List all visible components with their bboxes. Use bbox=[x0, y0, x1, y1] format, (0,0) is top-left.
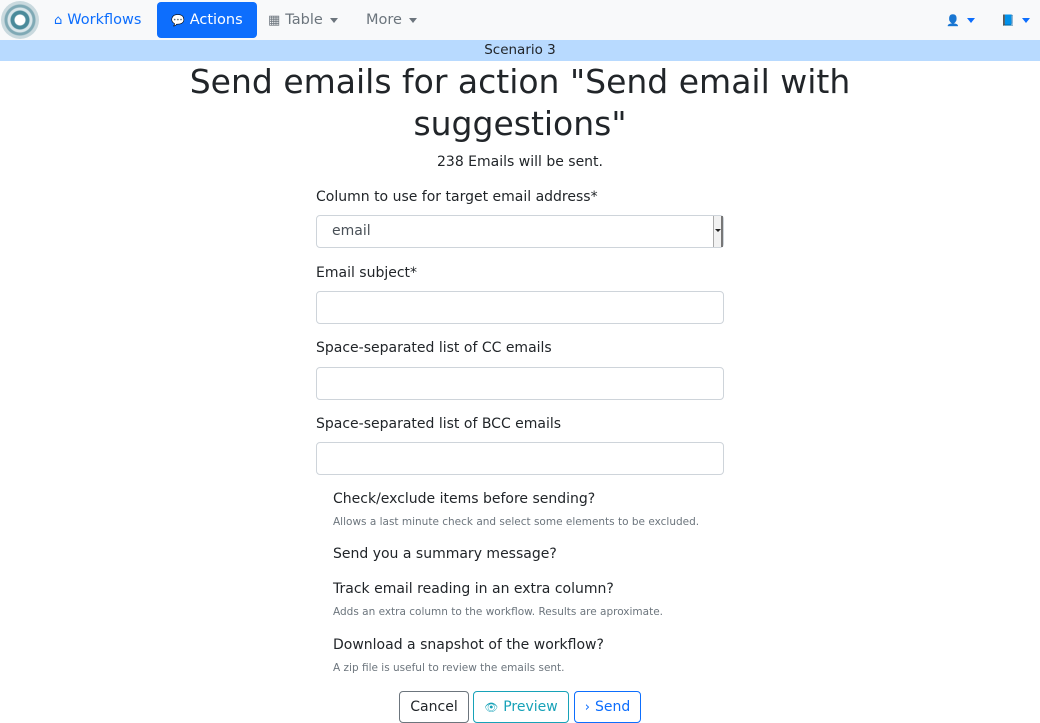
navbar: ⌂ Workflows 💬 Actions ▦ Table More 👤 📘 bbox=[0, 0, 1040, 40]
chevron-down-icon bbox=[715, 229, 721, 232]
track-reading-option[interactable]: Track email reading in an extra column? bbox=[333, 580, 614, 598]
track-reading-help: Adds an extra column to the workflow. Re… bbox=[333, 606, 664, 618]
check-exclude-option[interactable]: Check/exclude items before sending? bbox=[333, 490, 595, 508]
send-summary-option[interactable]: Send you a summary message? bbox=[333, 545, 557, 563]
page-title: Send emails for action "Send email with … bbox=[189, 62, 851, 143]
workflow-name-bar: Scenario 3 bbox=[0, 40, 1040, 61]
nav-workflows[interactable]: ⌂ Workflows bbox=[54, 2, 141, 38]
chevron-right-icon: › bbox=[584, 700, 590, 715]
nav-actions[interactable]: 💬 Actions bbox=[157, 2, 257, 38]
bcc-label: Space-separated list of BCC emails bbox=[316, 416, 562, 432]
subject-label: Email subject* bbox=[316, 265, 418, 281]
chevron-down-icon bbox=[329, 17, 338, 23]
help-menu-dropdown[interactable]: 📘 bbox=[1001, 2, 1030, 38]
target-column-value: email bbox=[332, 223, 371, 239]
chevron-down-icon bbox=[1021, 17, 1030, 23]
select-arrow[interactable] bbox=[713, 216, 723, 247]
nav-actions-label: Actions bbox=[189, 12, 243, 28]
email-count: 238 Emails will be sent. bbox=[437, 154, 603, 170]
user-menu-dropdown[interactable]: 👤 bbox=[946, 2, 975, 38]
eye-icon: 👁 bbox=[484, 701, 499, 714]
table-icon: ▦ bbox=[268, 13, 281, 28]
target-column-label: Column to use for target email address* bbox=[316, 189, 598, 205]
target-column-select[interactable]: email bbox=[316, 215, 724, 248]
subject-input[interactable] bbox=[316, 291, 724, 324]
book-icon: 📘 bbox=[1001, 14, 1015, 27]
cc-label: Space-separated list of CC emails bbox=[316, 340, 552, 356]
cancel-button[interactable]: Cancel bbox=[399, 691, 469, 723]
nav-table-dropdown[interactable]: ▦ Table bbox=[268, 2, 338, 38]
chevron-down-icon bbox=[408, 17, 417, 23]
chevron-down-icon bbox=[966, 17, 975, 23]
home-icon: ⌂ bbox=[54, 13, 63, 28]
download-snapshot-help: A zip file is useful to review the email… bbox=[333, 662, 565, 674]
send-button[interactable]: › Send bbox=[574, 691, 641, 723]
bcc-input[interactable] bbox=[316, 442, 724, 475]
download-snapshot-option[interactable]: Download a snapshot of the workflow? bbox=[333, 636, 604, 654]
preview-button-label: Preview bbox=[503, 699, 558, 715]
logo[interactable] bbox=[1, 1, 39, 39]
cc-input[interactable] bbox=[316, 367, 724, 400]
preview-button[interactable]: 👁 Preview bbox=[473, 691, 569, 723]
check-exclude-help: Allows a last minute check and select so… bbox=[333, 516, 700, 528]
user-icon: 👤 bbox=[946, 14, 960, 27]
nav-workflows-label: Workflows bbox=[67, 12, 142, 28]
nav-more-dropdown[interactable]: More bbox=[366, 2, 417, 38]
nav-table-label: Table bbox=[285, 12, 323, 28]
comments-icon: 💬 bbox=[171, 14, 185, 27]
nav-more-label: More bbox=[366, 12, 402, 28]
send-button-label: Send bbox=[594, 699, 631, 715]
